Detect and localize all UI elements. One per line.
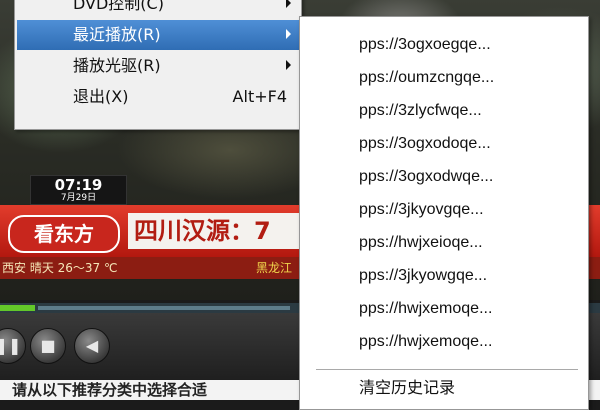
pause-icon: ❚❚ [0,336,22,355]
recent-item-url: pps://hwjxeioqe... [359,234,483,251]
clear-history-label: 清空历史记录 [359,380,456,397]
recent-item-url: pps://3zlycfwqe... [359,102,482,119]
recent-item[interactable]: pps://3ogxodoqe... [301,128,587,161]
recent-item-url: pps://3jkyovgqe... [359,201,484,218]
recent-item-url: pps://3jkyowgqe... [359,267,488,284]
submenu-arrow-icon [286,0,291,8]
recent-item-url: pps://3ogxodoqe... [359,135,491,152]
recent-item[interactable]: pps://oumzcngqe... [301,62,587,95]
submenu-arrow-icon [286,29,291,39]
ticker-headline: 四川汉源：7 [128,213,308,249]
recent-item-url: pps://3ogxodwqe... [359,168,494,185]
clock-date: 7月29日 [60,193,97,203]
recent-item[interactable]: pps://3zlycfwqe... [301,95,587,128]
pause-button[interactable]: ❚❚ [0,328,26,364]
volume-button[interactable]: ◀ [74,328,110,364]
menu-item-label: DVD控制(C) [73,0,164,13]
recent-item[interactable]: pps://3jkyovgqe... [301,194,587,227]
recent-item[interactable]: pps://hwjxeioqe... [301,227,587,260]
recent-item-url: pps://oumzcngqe... [359,69,495,86]
submenu-arrow-icon [286,60,291,70]
seek-progress [0,305,35,311]
recent-item[interactable]: pps://3jkyowgqe... [301,260,587,293]
recent-item[interactable]: pps://hwjxemoqe... [301,293,587,326]
recent-item[interactable]: pps://hwjxemoqe... [301,326,587,359]
weather-left: 西安 晴天 26～37 ℃ [2,261,118,275]
menu-item-accelerator: Alt+F4 [232,87,287,106]
speaker-icon: ◀ [85,336,99,355]
stop-icon: ■ [40,336,56,355]
recent-item[interactable]: pps://3ogxodwqe... [301,161,587,194]
menu-item-exit[interactable]: 退出(X) Alt+F4 [17,82,299,112]
recent-item-url: pps://3ogxoegqe... [359,36,491,53]
menu-item-label: 播放光驱(R) [73,56,161,75]
context-menu: DVD控制(C) 最近播放(R) 播放光驱(R) 退出(X) Alt+F4 [14,0,302,130]
menu-item-play-disc[interactable]: 播放光驱(R) [17,51,299,81]
seek-buffer [38,306,290,310]
menu-item-recent-play[interactable]: 最近播放(R) [17,20,299,50]
clock-time: 07:19 [54,176,103,194]
menu-item-dvd-control[interactable]: DVD控制(C) [17,0,299,19]
stop-button[interactable]: ■ [30,328,66,364]
tv-clock-overlay: 07:19 7月29日 [30,175,127,205]
weather-right: 黑龙江 [256,261,293,275]
menu-item-label: 退出(X) [73,87,129,106]
recent-item-url: pps://hwjxemoqe... [359,333,493,350]
menu-item-label: 最近播放(R) [73,25,161,44]
clear-history-item[interactable]: 清空历史记录 [301,373,587,406]
recent-item[interactable]: pps://3ogxoegqe... [301,29,587,62]
recent-item-url: pps://hwjxemoqe... [359,300,493,317]
menu-separator [316,369,578,370]
program-logo: 看东方 [8,215,120,253]
recent-play-submenu: pps://3ogxoegqe... pps://oumzcngqe... pp… [299,16,589,410]
